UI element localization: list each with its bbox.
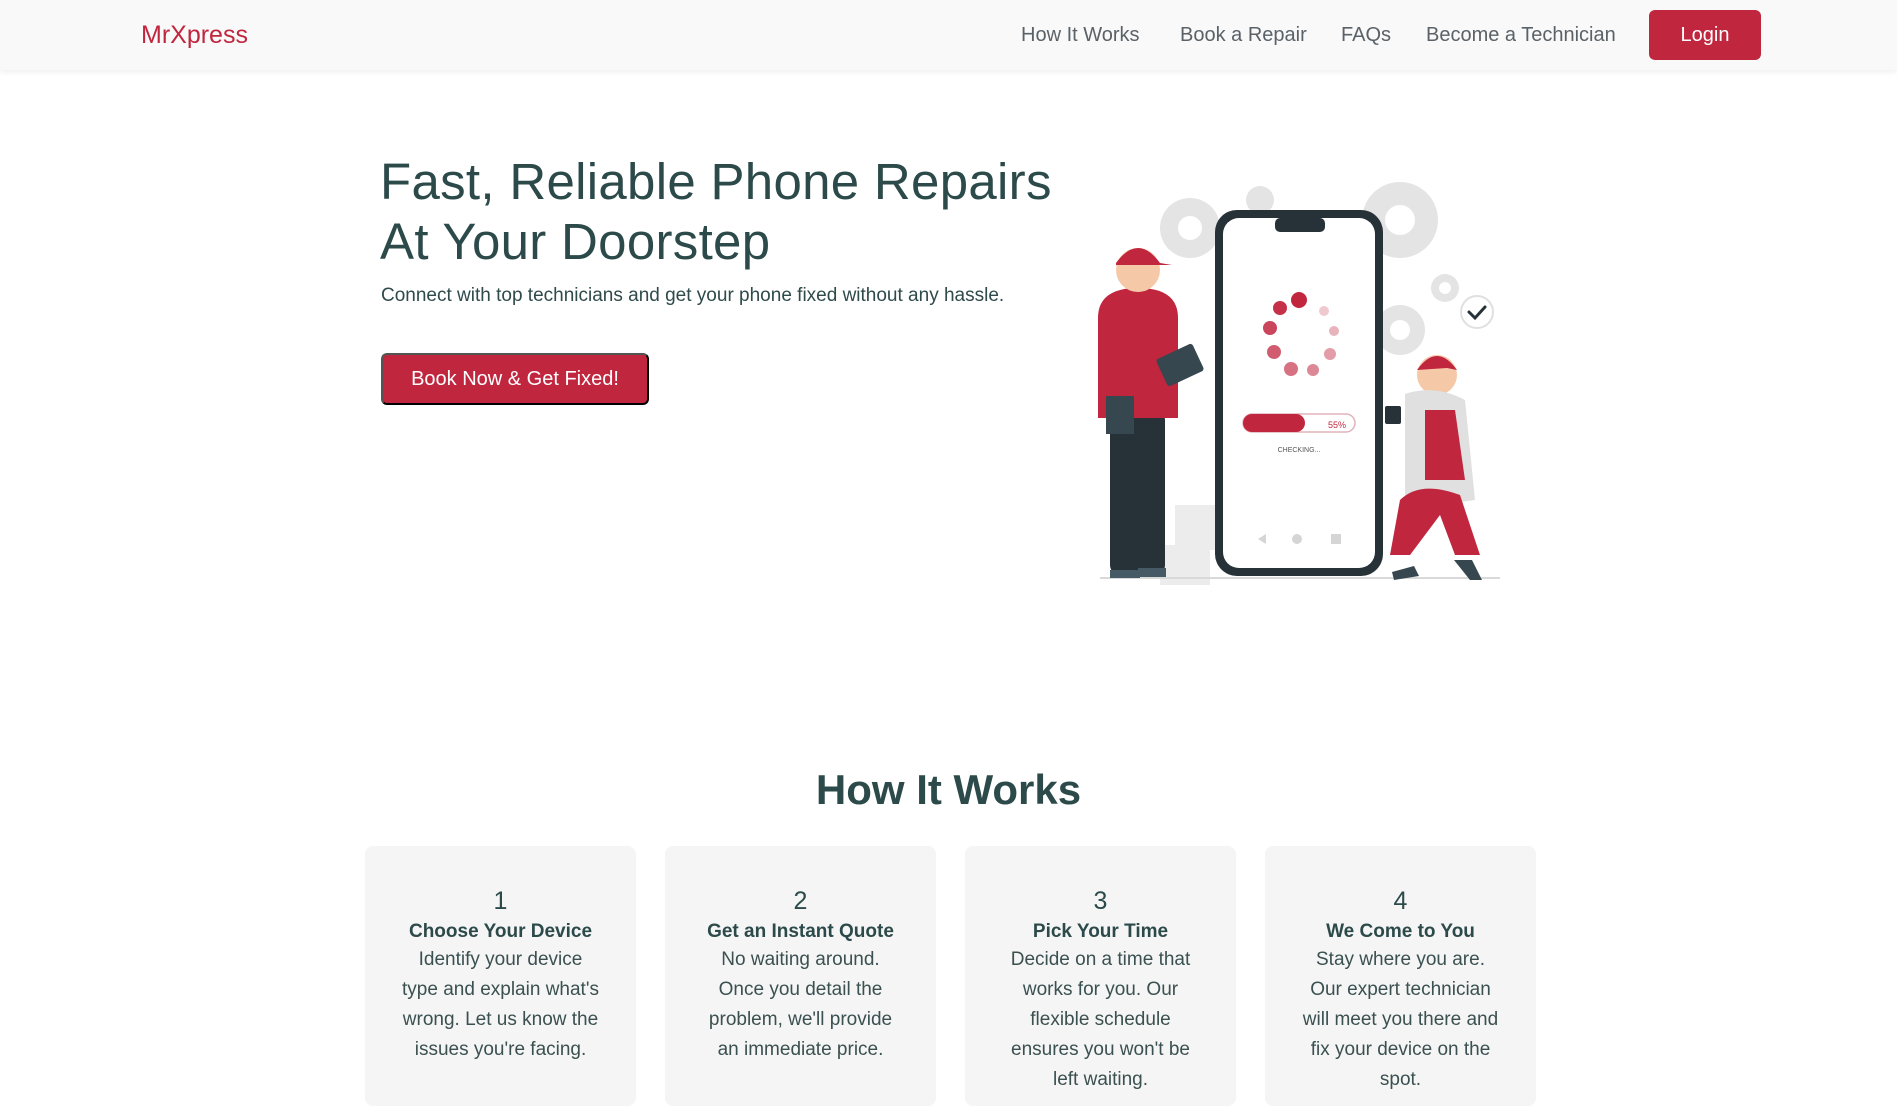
- check-icon: [1460, 295, 1494, 329]
- phone-icon: 55% CHECKING...: [1215, 210, 1383, 576]
- step-title: Pick Your Time: [1032, 921, 1169, 942]
- progress-label: 55%: [1328, 420, 1346, 430]
- step-title: Choose Your Device: [408, 921, 593, 942]
- checking-label: CHECKING...: [1278, 447, 1321, 454]
- step-number: 3: [1093, 887, 1108, 915]
- step-title: We Come to You: [1326, 921, 1475, 942]
- steps-container: 1 Choose Your Device Identify your devic…: [365, 846, 1537, 1106]
- hero-title: Fast, Reliable Phone Repairs At Your Doo…: [380, 153, 1052, 270]
- step-text: Stay where you are. Our expert technicia…: [1302, 949, 1499, 1090]
- step-card: 1 Choose Your Device Identify your devic…: [365, 846, 636, 1106]
- technician-kneeling: [1385, 355, 1482, 580]
- nav-link-how-it-works[interactable]: How It Works: [1021, 24, 1140, 47]
- hero-subtitle: Connect with top technicians and get you…: [381, 285, 1005, 306]
- step-card: 3 Pick Your Time Decide on a time that w…: [965, 846, 1236, 1106]
- progress-bar-fill: [1243, 414, 1305, 432]
- step-number: 4: [1393, 887, 1408, 915]
- navbar: MrXpress How It Works Book a Repair FAQs…: [0, 0, 1897, 70]
- nav-link-faqs[interactable]: FAQs: [1341, 24, 1391, 47]
- nav-link-book-repair[interactable]: Book a Repair: [1180, 24, 1307, 47]
- how-it-works-title: How It Works: [815, 766, 1082, 813]
- step-card: 4 We Come to You Stay where you are. Our…: [1265, 846, 1536, 1106]
- step-number: 1: [493, 887, 508, 915]
- login-button[interactable]: Login: [1649, 10, 1761, 60]
- nav-link-become-technician[interactable]: Become a Technician: [1426, 24, 1616, 47]
- step-card: 2 Get an Instant Quote No waiting around…: [665, 846, 936, 1106]
- step-text: No waiting around. Once you detail the p…: [708, 949, 893, 1060]
- step-text: Identify your device type and explain wh…: [402, 949, 599, 1060]
- brand-logo[interactable]: MrXpress: [141, 21, 248, 50]
- step-title: Get an Instant Quote: [707, 921, 894, 942]
- hero-illustration: 55% CHECKING...: [1098, 182, 1500, 585]
- step-text: Decide on a time that works for you. Our…: [1010, 949, 1191, 1090]
- book-now-button[interactable]: Book Now & Get Fixed!: [381, 353, 649, 405]
- step-number: 2: [793, 887, 808, 915]
